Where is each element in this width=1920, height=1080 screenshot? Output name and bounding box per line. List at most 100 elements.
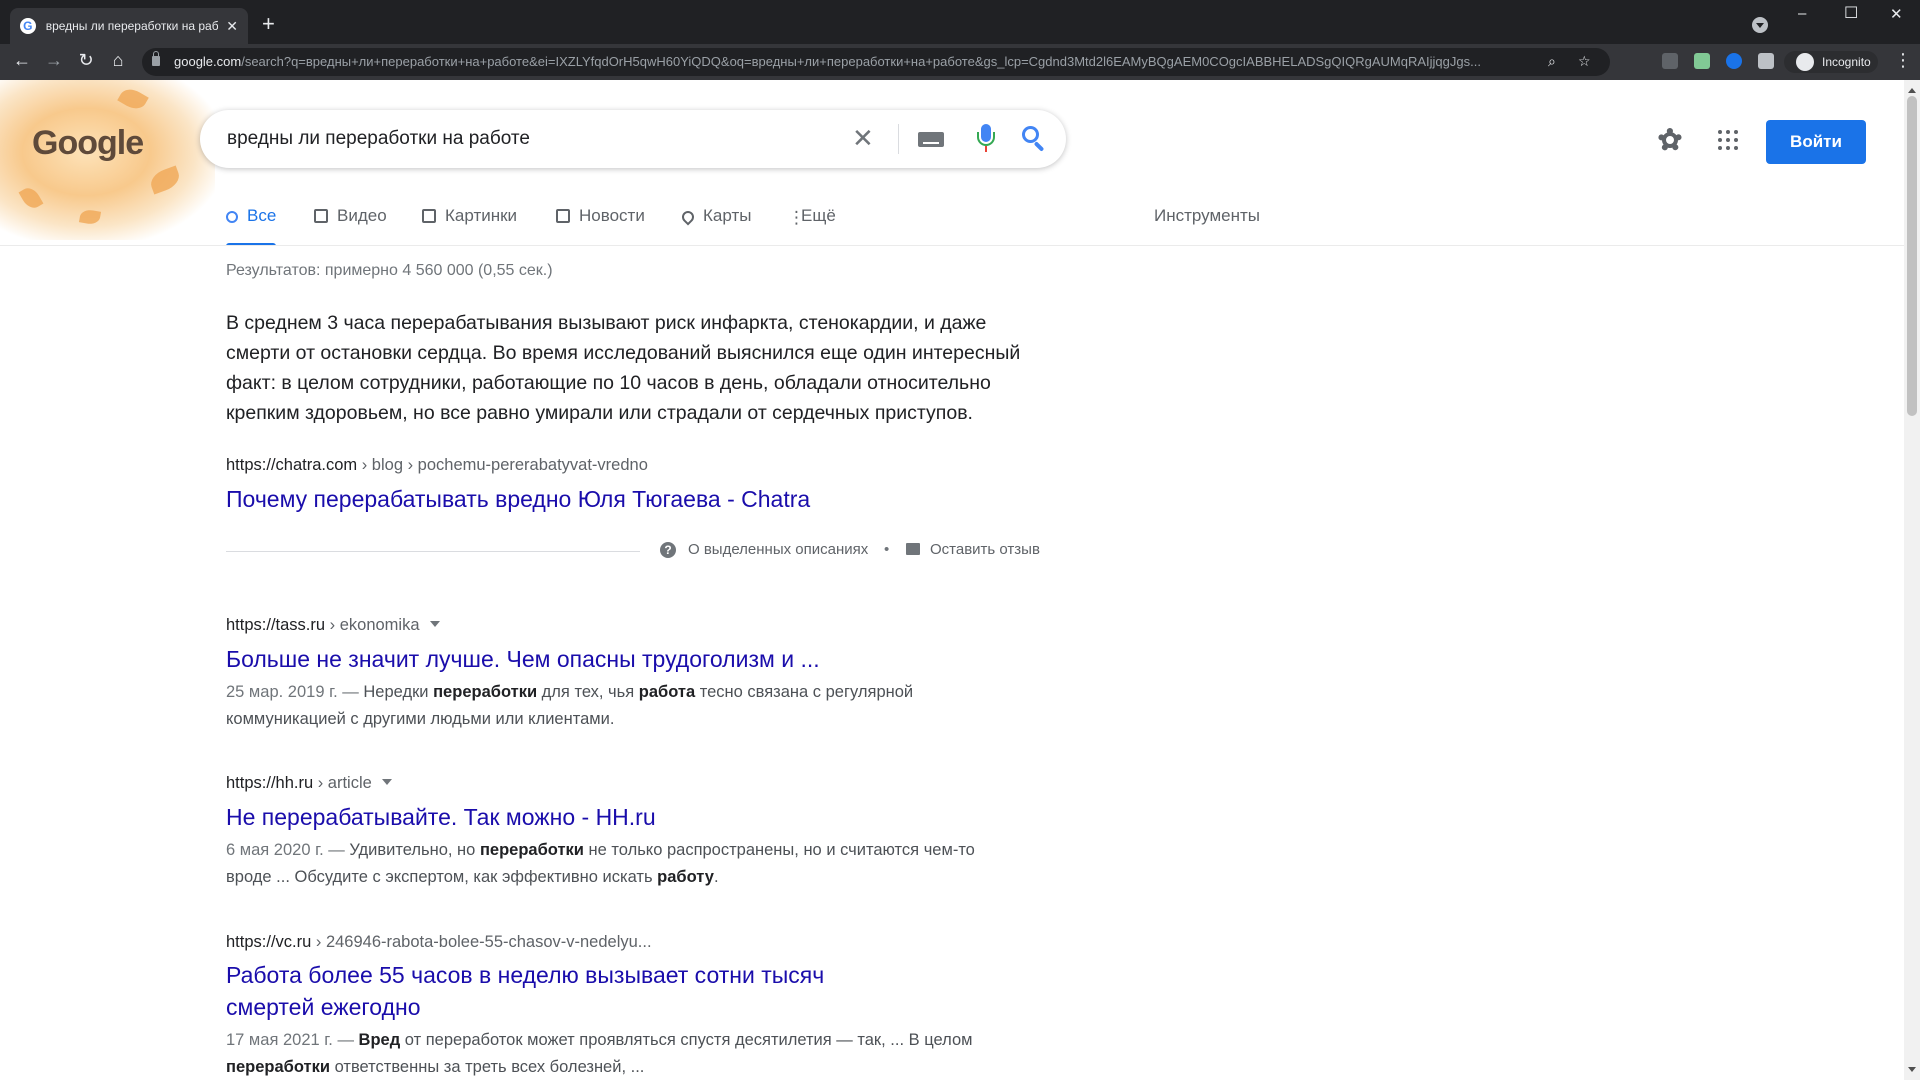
tab-label: Видео	[337, 206, 387, 225]
result-description: 17 мая 2021 г. — Вред от переработок мож…	[226, 1027, 986, 1080]
forward-icon[interactable]: →	[42, 50, 66, 71]
browser-tab[interactable]: G вредны ли переработки на раб ✕	[10, 8, 248, 44]
map-pin-icon	[679, 208, 697, 226]
bookmark-star-icon[interactable]: ☆	[1578, 53, 1591, 70]
url-host: google.com	[174, 54, 242, 69]
result-description: 25 мар. 2019 г. — Нередки переработки дл…	[226, 679, 986, 733]
desc-highlight: переработки	[433, 683, 538, 701]
google-doodle[interactable]: Google	[0, 80, 215, 240]
cite-host: https://chatra.com	[226, 456, 358, 474]
result-date: 17 мая 2021 г. —	[226, 1031, 359, 1049]
back-icon[interactable]: ←	[10, 50, 34, 71]
minimize-icon[interactable]: –	[1798, 5, 1806, 22]
tab-maps[interactable]: Карты	[679, 206, 752, 246]
result-title[interactable]: Не перерабатывайте. Так можно - HH.ru	[226, 804, 656, 831]
search-icon[interactable]	[1020, 124, 1050, 154]
tab-images[interactable]: Картинки	[422, 206, 517, 246]
result-title[interactable]: Больше не значит лучше. Чем опасны трудо…	[226, 646, 820, 673]
desc-highlight: Вред	[358, 1031, 401, 1049]
desc-highlight: работу	[657, 868, 714, 886]
help-icon[interactable]: ?	[660, 542, 676, 558]
search-input[interactable]: вредны ли переработки на работе	[227, 128, 530, 150]
extension-icon[interactable]	[1694, 53, 1710, 69]
tab-video[interactable]: Видео	[314, 206, 387, 246]
cite-path: › article	[313, 774, 372, 792]
desc-text: для тех, чья	[537, 683, 639, 701]
incognito-icon	[1796, 53, 1814, 71]
feedback-icon[interactable]	[906, 543, 920, 555]
scroll-down-icon[interactable]	[1908, 1067, 1916, 1076]
maximize-icon[interactable]: ☐	[1844, 3, 1858, 23]
more-vert-icon: ⋮	[788, 208, 805, 227]
tools-button[interactable]: Инструменты	[1154, 206, 1260, 226]
google-apps-icon[interactable]	[1716, 128, 1740, 152]
separator-dot: •	[884, 541, 890, 558]
tab-news[interactable]: Новости	[556, 206, 645, 246]
microphone-icon[interactable]	[972, 124, 1000, 154]
cite-host: https://hh.ru	[226, 774, 314, 792]
result-cite[interactable]: https://hh.ru › article	[226, 774, 392, 793]
search-results-page: Google вредны ли переработки на работе ✕…	[0, 80, 1904, 1080]
zoom-icon[interactable]: ⌕	[1548, 53, 1556, 70]
tab-label: Все	[247, 206, 277, 225]
scroll-up-icon[interactable]	[1908, 84, 1916, 93]
result-date: 6 мая 2020 г. —	[226, 841, 350, 859]
chevron-down-icon[interactable]	[429, 621, 440, 632]
incognito-label: Incognito	[1822, 55, 1871, 69]
reload-icon[interactable]: ↻	[74, 50, 98, 71]
scrollbar-thumb[interactable]	[1907, 96, 1917, 416]
settings-gear-icon[interactable]	[1656, 126, 1684, 154]
url-text[interactable]: google.com/search?q=вредны+ли+переработк…	[174, 54, 1524, 69]
cite-path: › blog › pochemu-pererabatyvat-vredno	[357, 456, 648, 474]
tab-all[interactable]: Все	[226, 206, 277, 246]
result-cite[interactable]: https://vc.ru › 246946-rabota-bolee-55-c…	[226, 933, 652, 952]
home-icon[interactable]: ⌂	[106, 50, 130, 71]
result-date: 25 мар. 2019 г. —	[226, 683, 364, 701]
tab-label: Картинки	[445, 206, 518, 225]
tab-more[interactable]: ⋮Ещё	[788, 206, 836, 246]
featured-snippet-footer: ? О выделенных описаниях • Оставить отзы…	[226, 536, 1046, 566]
cite-host: https://vc.ru	[226, 933, 312, 951]
keyboard-icon[interactable]	[918, 132, 944, 147]
video-icon	[314, 209, 328, 223]
featured-result-title[interactable]: Почему перерабатывать вредно Юля Тюгаева…	[226, 486, 810, 513]
desc-text: от переработок может проявляться спустя …	[400, 1031, 973, 1049]
address-bar[interactable]: google.com/search?q=вредны+ли+переработк…	[142, 48, 1610, 76]
clear-search-icon[interactable]: ✕	[852, 124, 874, 152]
result-title-line2[interactable]: смертей ежегодно	[226, 994, 421, 1021]
tab-search-icon[interactable]	[1752, 17, 1768, 33]
google-logo[interactable]: Google	[32, 124, 144, 163]
new-tab-button[interactable]: +	[262, 13, 275, 35]
tab-label: Карты	[703, 206, 752, 225]
result-cite[interactable]: https://chatra.com › blog › pochemu-pere…	[226, 456, 648, 475]
tab-label: Ещё	[801, 206, 836, 225]
tab-label: Новости	[579, 206, 645, 225]
close-tab-icon[interactable]: ✕	[226, 18, 238, 35]
desc-highlight: работа	[638, 683, 696, 701]
result-title[interactable]: Работа более 55 часов в неделю вызывает …	[226, 962, 824, 989]
image-icon	[422, 209, 436, 223]
sign-in-button[interactable]: Войти	[1766, 120, 1866, 164]
search-box[interactable]: вредны ли переработки на работе ✕	[200, 110, 1066, 168]
close-window-icon[interactable]: ✕	[1890, 5, 1903, 23]
tab-title: вредны ли переработки на раб	[45, 19, 219, 33]
feedback-link[interactable]: Оставить отзыв	[930, 541, 1040, 558]
extension-icon[interactable]	[1662, 53, 1678, 69]
chevron-down-icon[interactable]	[381, 779, 392, 790]
puzzle-extensions-icon[interactable]	[1758, 53, 1774, 69]
extension-icon[interactable]	[1726, 53, 1742, 69]
result-cite[interactable]: https://tass.ru › ekonomika	[226, 616, 440, 635]
header-divider	[0, 245, 1904, 246]
browser-menu-icon[interactable]: ⋮	[1894, 50, 1912, 71]
lock-icon[interactable]	[152, 51, 160, 66]
desc-highlight: переработки	[479, 841, 584, 859]
desc-text: Нередки	[363, 683, 434, 701]
about-featured-snippets-link[interactable]: О выделенных описаниях	[688, 541, 868, 558]
desc-highlight: переработки	[226, 1058, 330, 1076]
desc-text: ответственны за треть всех болезней, ...	[330, 1058, 645, 1076]
search-box-divider	[898, 124, 899, 154]
desc-text: .	[713, 868, 719, 886]
page-scrollbar[interactable]	[1904, 80, 1920, 1080]
desc-text: Удивительно, но	[349, 841, 480, 859]
incognito-profile-button[interactable]: Incognito	[1784, 51, 1878, 73]
